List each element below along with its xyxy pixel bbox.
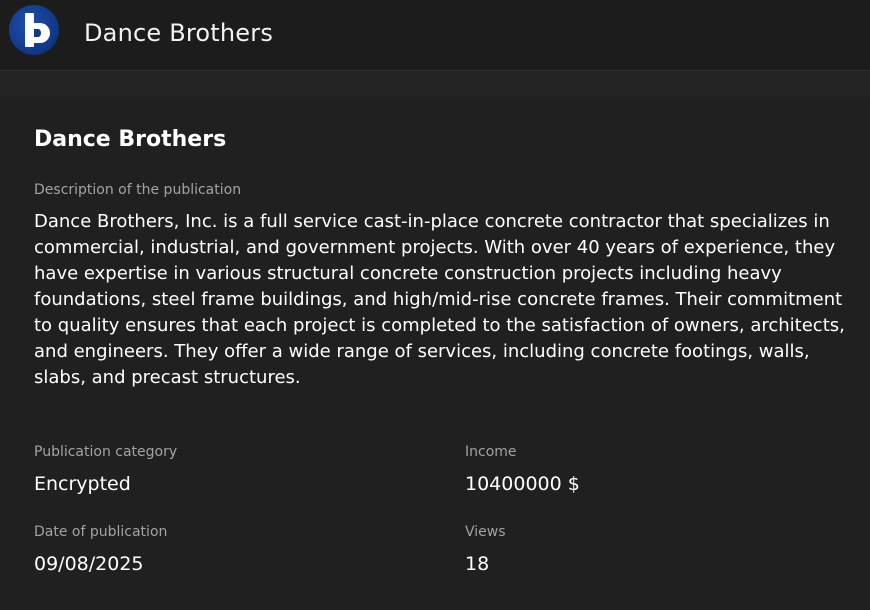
description-label: Description of the publication: [34, 182, 242, 198]
brand-logo-icon[interactable]: [9, 5, 59, 55]
category-value: Encrypted: [34, 473, 131, 495]
date-label: Date of publication: [34, 524, 168, 540]
views-value: 18: [465, 553, 490, 575]
publication-card: Dance Brothers Description of the public…: [0, 100, 870, 610]
brand-logo-glyph: [25, 13, 50, 47]
date-value: 09/08/2025: [34, 553, 144, 575]
income-label: Income: [465, 444, 517, 460]
app-header: Dance Brothers: [0, 0, 870, 71]
views-label: Views: [465, 524, 506, 540]
publication-title: Dance Brothers: [34, 127, 227, 152]
publication-description: Dance Brothers, Inc. is a full service c…: [34, 211, 845, 388]
header-title: Dance Brothers: [84, 19, 274, 47]
income-value: 10400000 $: [465, 473, 580, 495]
category-label: Publication category: [34, 444, 178, 460]
